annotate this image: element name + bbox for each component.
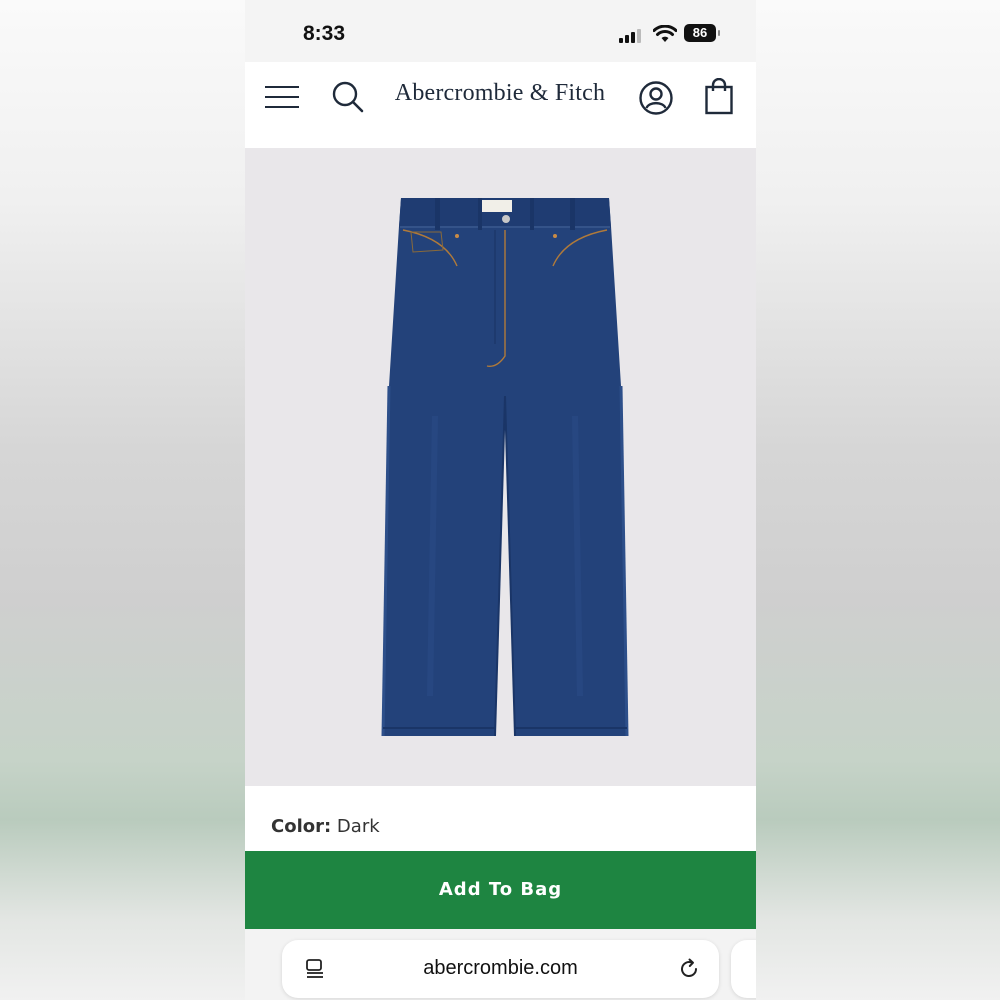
battery-indicator: 86 [684, 24, 720, 42]
background-blur-left [0, 0, 245, 1000]
phone-screen: 8:33 86 Abercrombie & Fitch Color: Dark … [245, 0, 756, 1000]
product-image-area [245, 148, 756, 786]
reload-icon[interactable] [677, 957, 701, 981]
shopping-bag-icon[interactable] [704, 78, 734, 116]
color-selection: Color: Dark [271, 816, 380, 837]
color-value: Dark [336, 816, 380, 837]
account-icon[interactable] [638, 80, 674, 116]
search-icon[interactable] [331, 80, 365, 114]
next-tab-preview[interactable] [731, 940, 756, 998]
site-header: Abercrombie & Fitch [245, 62, 756, 148]
status-time: 8:33 [303, 22, 346, 45]
url-text[interactable]: abercrombie.com [282, 957, 719, 980]
status-bar: 8:33 86 [245, 0, 756, 62]
brand-logo[interactable]: Abercrombie & Fitch [375, 80, 625, 107]
jeans-image[interactable] [375, 196, 635, 741]
color-label: Color: [271, 816, 332, 837]
add-to-bag-button[interactable]: Add To Bag [245, 851, 756, 929]
cellular-signal-icon [619, 29, 643, 43]
background-blur-right [755, 0, 1000, 1000]
menu-icon[interactable] [265, 84, 301, 110]
wifi-icon [653, 25, 677, 42]
address-bar[interactable]: abercrombie.com [282, 940, 719, 998]
